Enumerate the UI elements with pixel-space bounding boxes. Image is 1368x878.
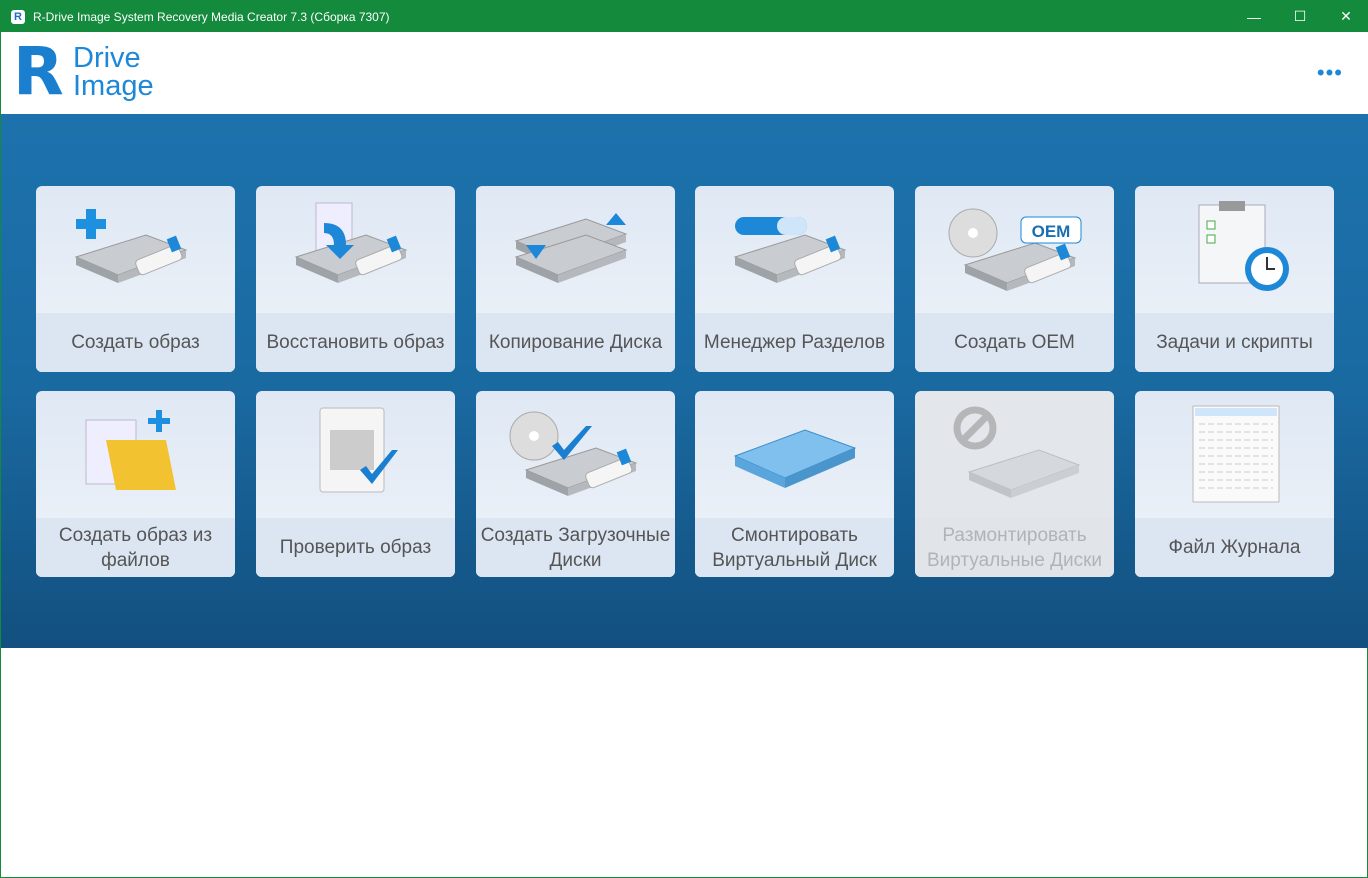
disk-restore-icon [256, 186, 455, 313]
minimize-button[interactable]: — [1231, 1, 1277, 32]
close-button[interactable]: ✕ [1323, 1, 1368, 32]
title-bar: R R-Drive Image System Recovery Media Cr… [1, 1, 1368, 32]
tile-disk-restore[interactable]: Восстановить образ [256, 186, 455, 372]
window-title: R-Drive Image System Recovery Media Crea… [33, 9, 390, 24]
tile-check-image[interactable]: Проверить образ [256, 391, 455, 577]
maximize-button[interactable]: ☐ [1277, 1, 1323, 32]
check-image-icon [256, 391, 455, 518]
tile-disk-plus[interactable]: Создать образ [36, 186, 235, 372]
disk-plus-icon [36, 186, 235, 313]
tile-label: Создать OEM [915, 313, 1114, 372]
tile-label: Смонтировать Виртуальный Диск [695, 518, 894, 577]
tile-folder-plus[interactable]: Создать образ из файлов [36, 391, 235, 577]
more-options-button[interactable]: ••• [1317, 60, 1343, 86]
tile-label: Создать Загрузочные Диски [476, 518, 675, 577]
header: R Drive Image ••• [1, 32, 1368, 114]
tile-label: Менеджер Разделов [695, 313, 894, 372]
boot-disk-icon [476, 391, 675, 518]
logo-mark: R [13, 33, 64, 110]
logo-line2: Image [73, 70, 154, 102]
tile-disk-copy[interactable]: Копирование Диска [476, 186, 675, 372]
tile-label: Восстановить образ [256, 313, 455, 372]
disk-copy-icon [476, 186, 675, 313]
tile-oem[interactable]: OEM Создать OEM [915, 186, 1114, 372]
app-icon: R [11, 9, 25, 24]
tile-label: Копирование Диска [476, 313, 675, 372]
tile-label: Проверить образ [256, 518, 455, 577]
tile-label: Задачи и скрипты [1135, 313, 1334, 372]
tile-unmount-disk: Размонтировать Виртуальные Диски [915, 391, 1114, 577]
folder-plus-icon [36, 391, 235, 518]
partition-manager-icon [695, 186, 894, 313]
tasks-clock-icon [1135, 186, 1334, 313]
svg-text:OEM: OEM [1031, 222, 1070, 241]
tile-tasks-clock[interactable]: Задачи и скрипты [1135, 186, 1334, 372]
oem-icon: OEM [915, 186, 1114, 313]
tile-partition-manager[interactable]: Менеджер Разделов [695, 186, 894, 372]
tile-label: Размонтировать Виртуальные Диски [915, 518, 1114, 577]
tile-log-file[interactable]: Файл Журнала [1135, 391, 1334, 577]
tile-label: Создать образ [36, 313, 235, 372]
unmount-disk-icon [915, 391, 1114, 518]
tile-boot-disk[interactable]: Создать Загрузочные Диски [476, 391, 675, 577]
logo-line1: Drive [73, 42, 141, 74]
log-file-icon [1135, 391, 1334, 518]
tile-label: Файл Журнала [1135, 518, 1334, 577]
tile-mount-disk[interactable]: Смонтировать Виртуальный Диск [695, 391, 894, 577]
tile-label: Создать образ из файлов [36, 518, 235, 577]
logo: R Drive Image [13, 33, 154, 110]
mount-disk-icon [695, 391, 894, 518]
